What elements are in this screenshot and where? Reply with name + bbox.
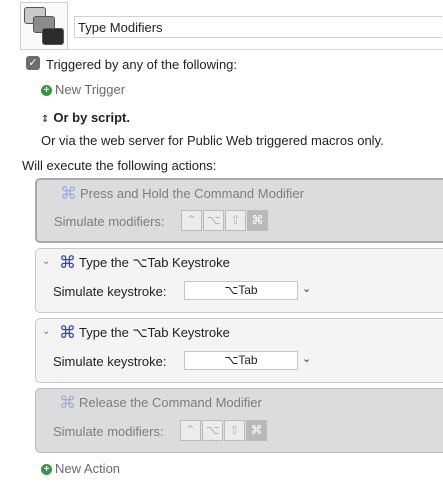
action-type-keystroke-1[interactable]: ⌄ ⌘ Type the ⌥Tab Keystroke Simulate key… xyxy=(35,248,443,313)
action-release-command[interactable]: ⌘ Release the Command Modifier Simulate … xyxy=(35,388,443,453)
simulate-modifiers-label: Simulate modifiers: xyxy=(53,424,164,439)
web-server-note: Or via the web server for Public Web tri… xyxy=(41,133,384,148)
simulate-keystroke-label: Simulate keystroke: xyxy=(53,284,167,299)
control-modifier-button[interactable]: ⌃ xyxy=(181,210,202,231)
action-title: Type the ⌥Tab Keystroke xyxy=(79,325,230,340)
actions-heading: Will execute the following actions: xyxy=(22,158,217,173)
chevron-down-icon[interactable]: ⌄ xyxy=(302,282,311,295)
modifier-buttons: ⌃ ⌥ ⇧ ⌘ xyxy=(180,420,268,441)
new-trigger-button[interactable]: + New Trigger xyxy=(41,82,125,97)
chevron-down-icon[interactable]: ⌄ xyxy=(42,256,50,267)
shift-modifier-button[interactable]: ⇧ xyxy=(225,210,246,231)
command-modifier-button[interactable]: ⌘ xyxy=(247,210,268,231)
triggered-checkbox[interactable]: ✓ xyxy=(26,56,40,70)
modifier-buttons: ⌃ ⌥ ⇧ ⌘ xyxy=(181,210,269,231)
action-press-command[interactable]: ⌘ Press and Hold the Command Modifier Si… xyxy=(35,178,443,243)
command-icon: ⌘ xyxy=(59,323,76,342)
plus-icon: + xyxy=(41,464,52,475)
stepper-icon: ⇕ xyxy=(41,114,50,125)
chevron-down-icon[interactable]: ⌄ xyxy=(42,326,50,337)
action-title: Type the ⌥Tab Keystroke xyxy=(79,255,230,270)
new-trigger-label: New Trigger xyxy=(55,82,126,97)
shift-modifier-button[interactable]: ⇧ xyxy=(224,420,245,441)
option-modifier-button[interactable]: ⌥ xyxy=(202,420,223,441)
new-action-button[interactable]: + New Action xyxy=(41,461,120,476)
chevron-down-icon[interactable]: ⌄ xyxy=(302,352,311,365)
macro-header: Type Modifiers xyxy=(20,0,443,50)
control-modifier-button[interactable]: ⌃ xyxy=(180,420,201,441)
macro-name-field[interactable]: Type Modifiers xyxy=(74,16,442,38)
or-by-script-label: Or by script. xyxy=(53,110,130,125)
action-title: Press and Hold the Command Modifier xyxy=(80,186,304,201)
command-modifier-button[interactable]: ⌘ xyxy=(246,420,267,441)
command-icon: ⌘ xyxy=(59,253,76,272)
command-icon: ⌘ xyxy=(59,393,76,412)
keystroke-field[interactable]: ⌥Tab xyxy=(184,281,298,300)
new-action-label: New Action xyxy=(55,461,121,476)
simulate-modifiers-label: Simulate modifiers: xyxy=(54,214,165,229)
or-by-script[interactable]: ⇕ Or by script. xyxy=(41,110,130,125)
simulate-keystroke-label: Simulate keystroke: xyxy=(53,354,167,369)
macro-icon[interactable] xyxy=(20,2,68,50)
keystroke-field[interactable]: ⌥Tab xyxy=(184,351,298,370)
action-title: Release the Command Modifier xyxy=(79,395,262,410)
triggered-label: Triggered by any of the following: xyxy=(46,57,238,72)
action-type-keystroke-2[interactable]: ⌄ ⌘ Type the ⌥Tab Keystroke Simulate key… xyxy=(35,318,443,383)
command-icon: ⌘ xyxy=(60,184,77,203)
option-modifier-button[interactable]: ⌥ xyxy=(203,210,224,231)
plus-icon: + xyxy=(41,85,52,96)
